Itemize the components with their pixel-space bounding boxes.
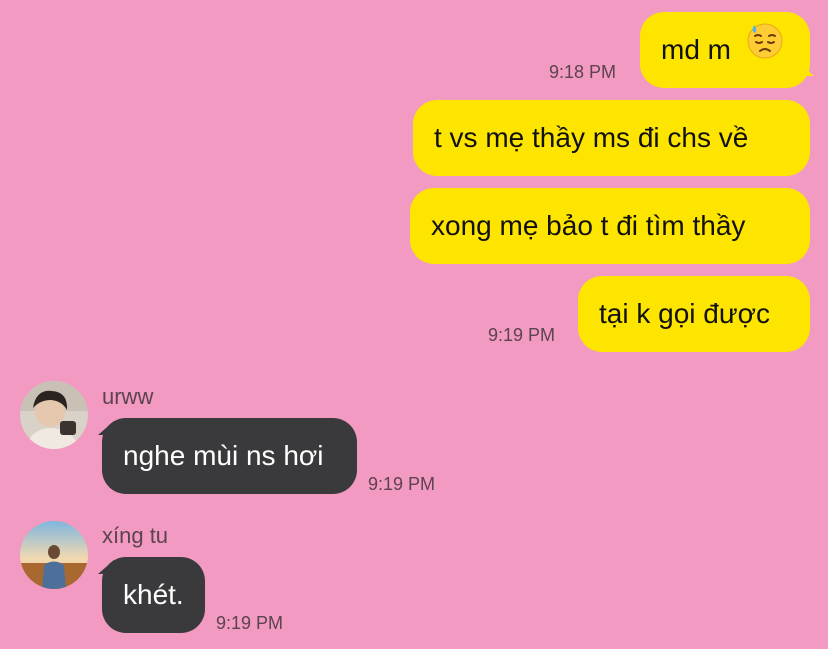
- sender-name: urww: [102, 384, 154, 409]
- downcast-face-with-sweat-icon: [747, 12, 783, 88]
- message-timestamp: 9:19 PM: [368, 474, 436, 494]
- message-timestamp: 9:19 PM: [488, 325, 556, 345]
- avatar-xing-tu[interactable]: [20, 521, 88, 589]
- outgoing-message-bubble[interactable]: t vs mẹ thầy ms đi chs về: [413, 100, 810, 176]
- message-timestamp: 9:18 PM: [549, 62, 617, 82]
- message-timestamp: 9:19 PM: [216, 613, 284, 633]
- incoming-message-bubble[interactable]: khét.: [102, 557, 205, 633]
- outgoing-message-bubble[interactable]: md m: [640, 12, 810, 88]
- incoming-message-bubble[interactable]: nghe mùi ns hơi: [102, 418, 357, 494]
- message-text: xong mẹ bảo t đi tìm thầy: [431, 210, 746, 241]
- chat-view: 9:18 PM md m t vs mẹ thầy ms đi chs về x…: [0, 0, 828, 649]
- bubble-tail: [798, 62, 814, 76]
- avatar-urww[interactable]: [20, 381, 88, 449]
- outgoing-message-bubble[interactable]: xong mẹ bảo t đi tìm thầy: [410, 188, 810, 264]
- message-text: nghe mùi ns hơi: [123, 440, 324, 471]
- message-text: khét.: [123, 579, 184, 610]
- message-text: md m: [661, 34, 731, 65]
- outgoing-message-bubble[interactable]: tại k gọi được: [578, 276, 810, 352]
- message-text: t vs mẹ thầy ms đi chs về: [434, 122, 749, 153]
- message-text: tại k gọi được: [599, 298, 770, 329]
- sender-name: xíng tu: [102, 523, 169, 548]
